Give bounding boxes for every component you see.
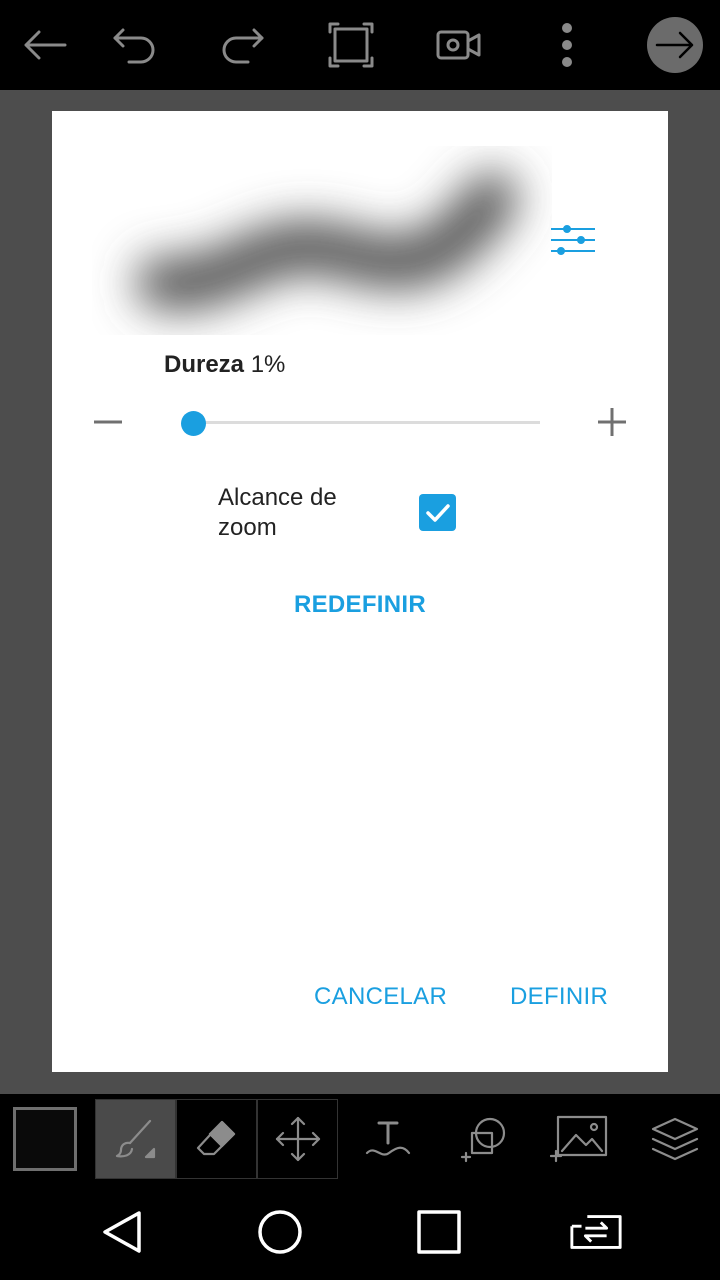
add-image-icon xyxy=(550,1115,608,1163)
eraser-icon xyxy=(196,1120,235,1156)
color-swatch[interactable] xyxy=(13,1107,77,1171)
increase-hardness-button[interactable] xyxy=(592,407,632,437)
brush-preview xyxy=(92,143,552,335)
brush-icon xyxy=(115,1119,155,1159)
reset-button[interactable]: REDEFINIR xyxy=(260,591,460,619)
shape-icon xyxy=(460,1117,506,1163)
move-icon xyxy=(275,1116,320,1162)
eraser-tool[interactable] xyxy=(176,1099,257,1179)
hardness-slider-thumb[interactable] xyxy=(181,411,206,436)
hardness-slider-track[interactable] xyxy=(190,421,540,424)
brush-tool[interactable] xyxy=(95,1099,176,1179)
top-toolbar xyxy=(0,0,720,90)
text-icon xyxy=(365,1121,411,1156)
zoom-range-checkbox[interactable] xyxy=(419,494,456,531)
move-tool[interactable] xyxy=(257,1099,338,1179)
more-icon[interactable] xyxy=(537,15,597,75)
back-icon[interactable] xyxy=(15,15,75,75)
shape-tool[interactable] xyxy=(455,1104,515,1174)
ok-button[interactable]: DEFINIR xyxy=(510,983,608,1011)
text-tool[interactable] xyxy=(358,1104,418,1174)
undo-icon[interactable] xyxy=(105,15,165,75)
fullscreen-icon[interactable] xyxy=(321,15,381,75)
nav-switch-icon[interactable] xyxy=(568,1206,624,1258)
screen: Dureza 1% Alcance de zoom REDEFINIR CANC… xyxy=(0,0,720,1280)
decrease-hardness-button[interactable] xyxy=(88,407,128,437)
brush-settings-dialog: Dureza 1% Alcance de zoom REDEFINIR CANC… xyxy=(52,111,668,1072)
nav-recents-icon[interactable] xyxy=(411,1206,467,1258)
hardness-title: Dureza xyxy=(164,351,245,378)
video-icon[interactable] xyxy=(429,15,489,75)
redo-icon[interactable] xyxy=(212,15,272,75)
system-nav-bar xyxy=(0,1184,720,1280)
layers-tool[interactable] xyxy=(645,1104,705,1174)
zoom-range-label: Alcance de zoom xyxy=(218,484,337,541)
nav-back-icon[interactable] xyxy=(94,1206,150,1258)
next-icon[interactable] xyxy=(647,17,703,73)
nav-home-icon[interactable] xyxy=(252,1206,308,1258)
bottom-toolbar xyxy=(0,1094,720,1184)
cancel-button[interactable]: CANCELAR xyxy=(314,983,447,1011)
add-image-tool[interactable] xyxy=(549,1104,609,1174)
hardness-value: 1% xyxy=(250,351,286,378)
brush-options-icon[interactable] xyxy=(549,221,597,261)
hardness-label: Dureza 1% xyxy=(164,351,285,379)
layers-icon xyxy=(651,1117,699,1161)
